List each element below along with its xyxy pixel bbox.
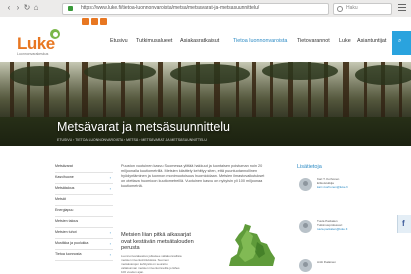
twitter-icon[interactable] [91, 18, 98, 25]
content-area: Metsävarat Kasvihuone › Metsätalous › Mets… [0, 146, 411, 274]
address-bar[interactable]: https://www.luke.fi/tietoa-luonnonvarois… [62, 3, 329, 15]
sidebar-item[interactable]: Tietoa luonnosta › [55, 252, 113, 261]
contact-name: Antti Ihalainen [317, 260, 337, 264]
nav-item-asiakasratkaisut[interactable]: Asiakasratkaisut [180, 38, 219, 44]
nav-item-tietovarannot[interactable]: Tietovarannot [297, 38, 330, 44]
sidebar-item[interactable]: Kasvihuone › [55, 175, 113, 184]
chevron-right-icon: › [109, 186, 111, 191]
facebook-icon: f [402, 219, 405, 228]
search-icon: ⌕ [398, 38, 402, 44]
article-lead: Puuston vuotuinen kasvu Suomessa ylittää… [121, 164, 265, 188]
back-icon[interactable]: ‹ [5, 4, 13, 12]
menu-icon[interactable] [398, 4, 406, 12]
logo-wordmark: Luke [17, 34, 55, 53]
sidebar-item-label: Energiapuu [55, 208, 74, 212]
home-icon[interactable]: ⌂ [32, 4, 40, 12]
contact-card: Antti Ihalainen [317, 260, 377, 264]
contact-email[interactable]: kari.t.korhonen@luke.fi [317, 185, 377, 189]
sidebar-item[interactable]: Mustikka ja puolukka › [55, 241, 113, 250]
sidebar-item[interactable]: Metsävarat [55, 164, 113, 173]
chevron-right-icon: › [109, 241, 111, 246]
chevron-right-icon: › [109, 252, 111, 257]
nav-item-asiantuntijat[interactable]: Asiantuntijat [357, 38, 386, 44]
avatar [299, 178, 312, 191]
lock-icon [68, 6, 73, 11]
luke-logo[interactable]: Luke Luonnonvarakeskus [17, 26, 60, 56]
sidebar-item-label: Metsien tuhot [55, 230, 77, 234]
nav-item-luke[interactable]: Luke [339, 38, 351, 44]
logo-leaf-inner [53, 32, 58, 37]
chevron-right-icon: › [109, 230, 111, 235]
sidebar-item-label: Metsät [55, 197, 66, 201]
sidebar-item[interactable]: Metsien tuhot › [55, 230, 113, 239]
sidebar-item[interactable]: Metsien talous [55, 219, 113, 228]
nav-item-tietoa-luonnonvaroista[interactable]: Tietoa luonnonvaroista [233, 38, 287, 44]
contact-card: Kari T. Korhonen Erikoistutkija kari.t.k… [317, 177, 377, 189]
sidebar-item[interactable]: Metsät [55, 197, 113, 206]
avatar [299, 220, 312, 233]
main-navigation: Etusivu Tutkimusalueet Asiakasratkaisut … [107, 38, 397, 48]
browser-toolbar: ‹ › ↻ ⌂ https://www.luke.fi/tietoa-luonn… [0, 0, 411, 18]
url-text: https://www.luke.fi/tietoa-luonnonvarois… [81, 5, 260, 11]
logo-subtitle: Luonnonvarakeskus [17, 52, 49, 56]
nav-item-tutkimusalueet[interactable]: Tutkimusalueet [136, 38, 172, 44]
finland-map-image [229, 224, 275, 266]
forward-icon[interactable]: › [14, 4, 22, 12]
reload-icon[interactable]: ↻ [23, 4, 31, 12]
sidebar-item[interactable]: Metsätalous › [55, 186, 113, 195]
site-search-button[interactable]: ⌕ [392, 31, 411, 55]
article-subheading: Metsien liian pitkä aikasarjat ovat kest… [121, 232, 194, 251]
nav-item-etusivu[interactable]: Etusivu [110, 38, 128, 44]
sidebar-item-label: Mustikka ja puolukka [55, 241, 89, 245]
chevron-right-icon: › [109, 175, 111, 180]
search-icon [337, 6, 343, 12]
feedback-tab[interactable]: f [397, 215, 411, 233]
sidebar-item-label: Metsävarat [55, 164, 73, 168]
article-body: Luonnonvarakeskus julkaisee valtakunnall… [121, 254, 182, 274]
search-placeholder: Haku [346, 5, 358, 11]
sidebar-item-label: Metsätalous [55, 186, 75, 190]
sidebar-item-label: Kasvihuone [55, 175, 74, 179]
page-title: Metsävarat ja metsäsuunnittelu [57, 120, 231, 134]
browser-search-input[interactable]: Haku [333, 3, 392, 15]
contacts-title: Lisätietoja [297, 164, 322, 170]
facebook-icon[interactable] [100, 18, 107, 25]
contact-card: Tuula Packalen Tutkimusprofessori tuula.… [317, 219, 377, 231]
sidebar-item-label: Tietoa luonnosta [55, 252, 82, 256]
contact-email[interactable]: tuula.packalen@luke.fi [317, 227, 377, 231]
rss-icon[interactable] [82, 18, 89, 25]
sidebar-item-label: Metsien talous [55, 219, 79, 223]
sidebar-item[interactable]: Energiapuu [55, 208, 113, 217]
breadcrumb[interactable]: ETUSIVU › TIETOA LUONNONVAROISTA › METSÄ… [57, 138, 207, 142]
